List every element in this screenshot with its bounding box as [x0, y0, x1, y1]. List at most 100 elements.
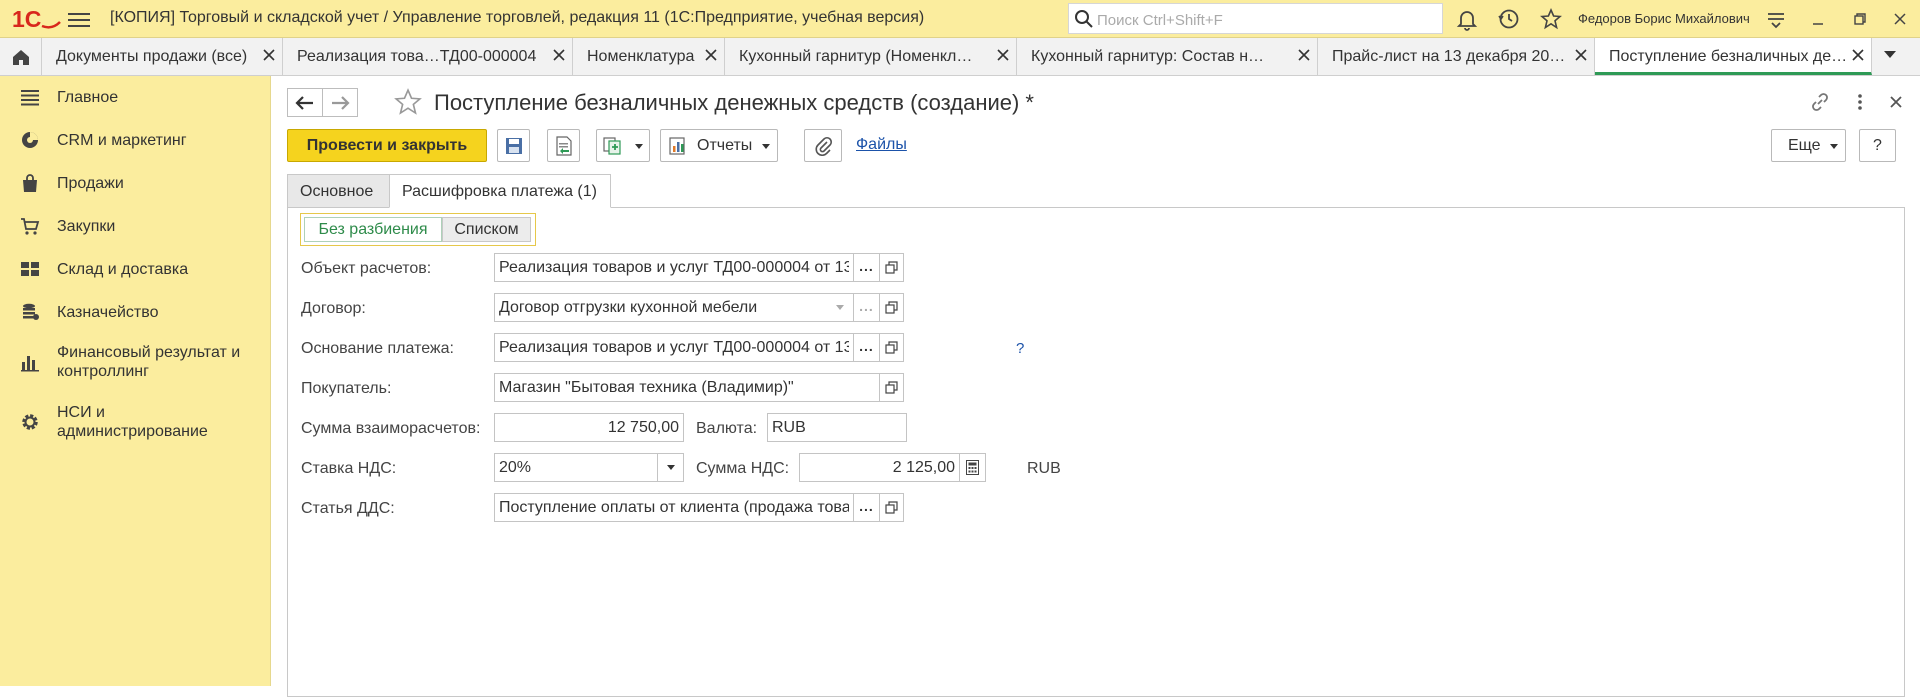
- link-icon[interactable]: [1809, 91, 1831, 113]
- buyer-value: Магазин "Бытовая техника (Владимир)": [499, 379, 794, 396]
- close-tab-icon[interactable]: [996, 48, 1010, 62]
- close-tab-icon[interactable]: [1297, 48, 1311, 62]
- restore-icon[interactable]: [1848, 7, 1872, 31]
- sidebar-item-admin[interactable]: НСИ и администрирование: [0, 394, 271, 450]
- open-button[interactable]: [879, 293, 904, 322]
- buyer-label: Покупатель:: [301, 380, 392, 397]
- more-vertical-icon[interactable]: [1849, 91, 1871, 113]
- open-button[interactable]: [879, 253, 904, 282]
- no-split-option[interactable]: Без разбиения: [304, 217, 442, 242]
- sidebar-item-label: CRM и маркетинг: [57, 132, 187, 149]
- user-name[interactable]: Федоров Борис Михайлович: [1578, 11, 1750, 26]
- tab-payment-decode[interactable]: Расшифровка платежа (1): [389, 174, 611, 208]
- select-button[interactable]: ...: [853, 294, 879, 321]
- sidebar-item-financial-result[interactable]: Финансовый результат и контроллинг: [0, 334, 271, 390]
- select-button[interactable]: ...: [853, 494, 879, 521]
- open-button[interactable]: [879, 373, 904, 402]
- create-based-on-button[interactable]: [596, 129, 650, 162]
- open-button[interactable]: [879, 493, 904, 522]
- attach-file-button[interactable]: [804, 129, 842, 162]
- files-link[interactable]: Файлы: [856, 136, 907, 154]
- settlement-object-label: Объект расчетов:: [301, 260, 432, 277]
- cart-icon: [21, 218, 40, 235]
- post-button[interactable]: [547, 129, 580, 162]
- select-button[interactable]: ...: [853, 334, 879, 361]
- home-button[interactable]: [0, 38, 42, 75]
- settings-sliders-icon[interactable]: [1764, 7, 1788, 31]
- tab-cashless-receipt[interactable]: Поступление безналичных де…: [1595, 38, 1872, 75]
- vat-rate-label: Ставка НДС:: [301, 460, 397, 477]
- close-tab-icon[interactable]: [1574, 48, 1588, 62]
- sidebar-item-treasury[interactable]: Казначейство: [0, 291, 271, 331]
- calculator-button[interactable]: [959, 454, 985, 481]
- global-search[interactable]: [1068, 3, 1443, 34]
- list-option[interactable]: Списком: [442, 217, 531, 242]
- sidebar-item-sales[interactable]: Продажи: [0, 162, 271, 202]
- tab-label: Реализация това…ТД00-000004: [297, 48, 537, 65]
- currency-field[interactable]: RUB: [767, 413, 907, 442]
- tab-kitchen-set-composition[interactable]: Кухонный гарнитур: Состав н…: [1017, 38, 1318, 75]
- tab-main-label: Основное: [300, 183, 374, 200]
- settlement-object-field[interactable]: Реализация товаров и услуг ТД00-000004 о…: [494, 253, 880, 282]
- dropdown-arrow-icon: [667, 465, 675, 470]
- dropdown-arrow-icon: [635, 144, 643, 149]
- search-input[interactable]: [1095, 8, 1439, 32]
- tab-kitchen-set[interactable]: Кухонный гарнитур (Номенкл…: [725, 38, 1017, 75]
- contract-field[interactable]: Договор отгрузки кухонной мебели ...: [494, 293, 880, 322]
- post-and-close-button[interactable]: Провести и закрыть: [287, 129, 487, 162]
- dropdown-arrow-icon: [762, 144, 770, 149]
- sidebar-item-main[interactable]: Главное: [0, 76, 271, 116]
- save-button[interactable]: [497, 129, 530, 162]
- cash-flow-item-field[interactable]: Поступление оплаты от клиента (продажа т…: [494, 493, 880, 522]
- payment-basis-help[interactable]: ?: [1016, 340, 1024, 357]
- report-icon: [669, 137, 685, 155]
- sidebar-item-label: Казначейство: [57, 304, 159, 321]
- tab-sales-documents[interactable]: Документы продажи (все): [42, 38, 283, 75]
- vat-sum-value: 2 125,00: [892, 459, 955, 476]
- reports-button[interactable]: Отчеты: [660, 129, 778, 162]
- close-tab-icon[interactable]: [704, 48, 718, 62]
- close-tab-icon[interactable]: [262, 48, 276, 62]
- more-actions-button[interactable]: Еще: [1771, 129, 1846, 162]
- post-and-close-label: Провести и закрыть: [306, 137, 468, 154]
- favorite-star-icon[interactable]: [393, 87, 423, 117]
- create-based-on-icon: [603, 137, 621, 155]
- chevron-down-icon[interactable]: [1883, 50, 1897, 60]
- sidebar-item-crm[interactable]: CRM и маркетинг: [0, 119, 271, 159]
- vat-rate-select[interactable]: 20%: [494, 453, 684, 482]
- star-icon[interactable]: [1539, 7, 1563, 31]
- tab-price-list[interactable]: Прайс-лист на 13 декабря 20…: [1318, 38, 1595, 75]
- tab-main[interactable]: Основное: [287, 174, 390, 208]
- close-form-icon[interactable]: [1885, 91, 1907, 113]
- help-button[interactable]: ?: [1859, 129, 1896, 162]
- settlement-sum-label: Сумма взаиморасчетов:: [301, 420, 481, 437]
- settlement-sum-field[interactable]: 12 750,00: [494, 413, 684, 442]
- open-button[interactable]: [879, 333, 904, 362]
- forward-button[interactable]: [322, 88, 358, 117]
- settlement-object-value: Реализация товаров и услуг ТД00-000004 о…: [499, 259, 849, 276]
- contract-dropdown[interactable]: [827, 294, 853, 321]
- minimize-icon[interactable]: [1806, 7, 1830, 31]
- coins-icon: [23, 303, 39, 320]
- close-icon[interactable]: [1888, 7, 1912, 31]
- close-tab-icon[interactable]: [552, 48, 566, 62]
- warehouse-icon: [21, 262, 39, 276]
- close-tab-icon[interactable]: [1851, 48, 1865, 62]
- vat-sum-field[interactable]: 2 125,00: [799, 453, 986, 482]
- tab-label: Документы продажи (все): [56, 48, 248, 65]
- sidebar-item-warehouse[interactable]: Склад и доставка: [0, 248, 271, 288]
- bell-icon[interactable]: [1455, 7, 1479, 31]
- tab-nomenclature[interactable]: Номенклатура: [573, 38, 725, 75]
- history-icon[interactable]: [1497, 7, 1521, 31]
- select-button[interactable]: ...: [853, 254, 879, 281]
- main-menu-icon[interactable]: [68, 9, 90, 29]
- sidebar-item-purchases[interactable]: Закупки: [0, 205, 271, 245]
- tab-realization[interactable]: Реализация това…ТД00-000004: [283, 38, 573, 75]
- open-tabs-bar: Документы продажи (все) Реализация това……: [0, 38, 1920, 76]
- buyer-field[interactable]: Магазин "Бытовая техника (Владимир)": [494, 373, 880, 402]
- open-window-icon: [885, 261, 898, 274]
- home-icon: [13, 50, 29, 65]
- back-button[interactable]: [287, 88, 323, 117]
- vat-rate-dropdown[interactable]: [657, 454, 683, 481]
- payment-basis-field[interactable]: Реализация товаров и услуг ТД00-000004 о…: [494, 333, 880, 362]
